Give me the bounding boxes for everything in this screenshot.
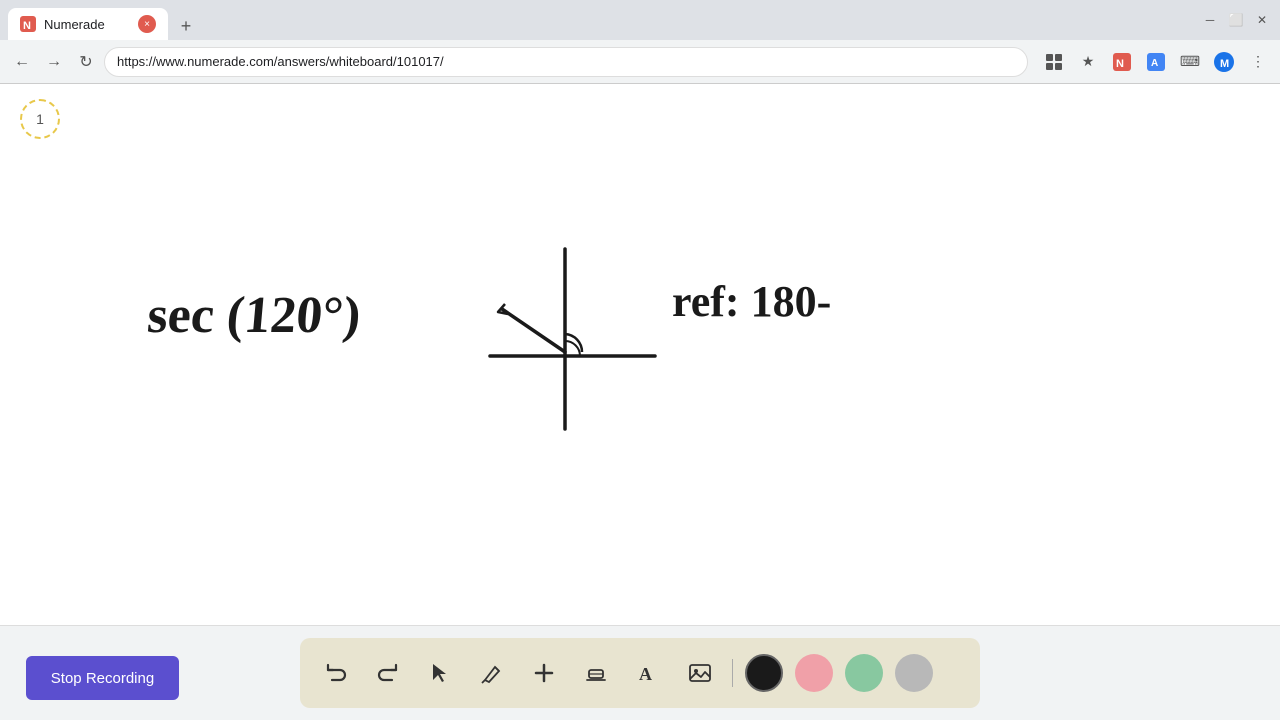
extension-icon-2[interactable]: A — [1142, 48, 1170, 76]
active-tab[interactable]: N Numerade × — [8, 8, 168, 40]
address-bar[interactable]: https://www.numerade.com/answers/whitebo… — [104, 47, 1028, 77]
reload-button[interactable]: ↻ — [72, 48, 100, 76]
color-gray[interactable] — [895, 654, 933, 692]
eraser-button[interactable] — [576, 653, 616, 693]
redo-button[interactable] — [368, 653, 408, 693]
profile-icon[interactable]: M — [1210, 48, 1238, 76]
navigation-toolbar: ← → ↻ https://www.numerade.com/answers/w… — [0, 40, 1280, 84]
svg-text:M: M — [1220, 58, 1229, 70]
color-black[interactable] — [745, 654, 783, 692]
url-text: https://www.numerade.com/answers/whitebo… — [117, 54, 444, 69]
extension-icon-1[interactable]: N — [1108, 48, 1136, 76]
svg-text:ref: 180-: ref: 180- — [672, 277, 831, 326]
tab-title: Numerade — [44, 17, 130, 32]
text-tool-button[interactable]: A — [628, 653, 668, 693]
tab-favicon: N — [20, 16, 36, 32]
add-button[interactable] — [524, 653, 564, 693]
image-button[interactable] — [680, 653, 720, 693]
color-green[interactable] — [845, 654, 883, 692]
back-button[interactable]: ← — [8, 48, 36, 76]
svg-text:N: N — [1116, 58, 1124, 70]
tool-separator — [732, 659, 733, 687]
drawing-canvas: sec (120°) ref: 180- — [0, 84, 1280, 625]
close-button[interactable]: ✕ — [1252, 10, 1272, 30]
forward-button[interactable]: → — [40, 48, 68, 76]
title-bar: N Numerade × + ─ ⬜ ✕ — [0, 0, 1280, 40]
browser-frame: N Numerade × + ─ ⬜ ✕ ← → ↻ https://www.n… — [0, 0, 1280, 720]
browser-toolbar-icons: ★ N A ⌨ M ⋮ — [1040, 48, 1272, 76]
svg-text:A: A — [1151, 58, 1158, 69]
tab-bar: N Numerade × + — [8, 0, 200, 40]
maximize-button[interactable]: ⬜ — [1226, 10, 1246, 30]
bookmark-star-icon[interactable]: ★ — [1074, 48, 1102, 76]
tab-close-button[interactable]: × — [138, 15, 156, 33]
extensions-icon[interactable] — [1040, 48, 1068, 76]
new-tab-button[interactable]: + — [172, 12, 200, 40]
menu-icon[interactable]: ⋮ — [1244, 48, 1272, 76]
tool-palette: A — [300, 638, 980, 708]
svg-text:A: A — [639, 664, 652, 684]
keyboard-icon[interactable]: ⌨ — [1176, 48, 1204, 76]
whiteboard[interactable]: 1 sec (120°) ref: 180- — [0, 84, 1280, 625]
bottom-bar: Stop Recording — [0, 625, 1280, 720]
svg-text:N: N — [23, 20, 31, 32]
stop-recording-button[interactable]: Stop Recording — [26, 656, 179, 700]
minimize-button[interactable]: ─ — [1200, 10, 1220, 30]
select-tool-button[interactable] — [420, 653, 460, 693]
pen-tool-button[interactable] — [472, 653, 512, 693]
svg-text:sec (120°): sec (120°) — [145, 287, 363, 344]
undo-button[interactable] — [316, 653, 356, 693]
color-pink[interactable] — [795, 654, 833, 692]
